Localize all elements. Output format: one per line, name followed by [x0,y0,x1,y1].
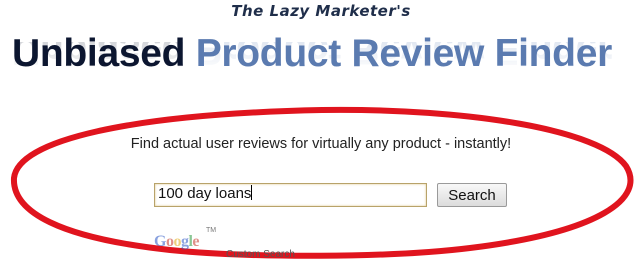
google-letter-6: e [192,233,200,250]
trademark-mark: TM [206,227,217,234]
reflection-word-product-review-finder: Product Review Finder [195,42,612,72]
tagline: Find actual user reviews for virtually a… [130,136,512,152]
page: The Lazy Marketer's Unbiased Product Rev… [0,0,642,263]
custom-search-label: Custom Search [226,249,295,260]
search-input-value: 100 day loans [158,185,252,202]
search-input[interactable]: 100 day loans [154,183,427,207]
search-button[interactable]: Search [437,183,507,207]
red-ellipse-annotation [10,106,634,259]
title-reflection: Unbiased Product Review Finder [12,42,642,72]
google-letter-1: G [154,233,166,250]
google-logo: Google [154,233,199,251]
page-subtitle: The Lazy Marketer's [231,2,411,20]
text-caret [251,185,253,200]
reflection-word-unbiased: Unbiased [12,42,186,72]
google-letter-3: o [173,233,181,250]
